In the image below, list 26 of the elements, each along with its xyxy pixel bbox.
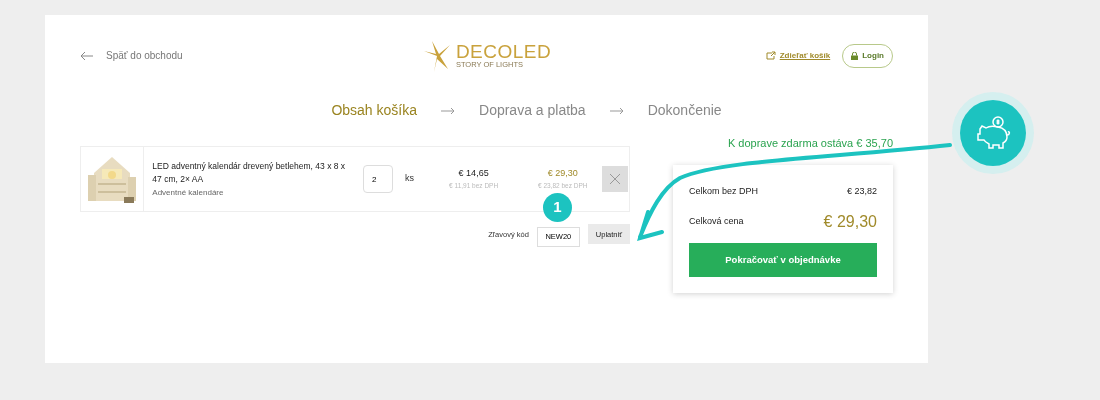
piggy-bank-icon <box>974 115 1012 151</box>
free-shipping-text: K doprave zdarma ostáva € 35,70 <box>726 136 893 151</box>
share-icon <box>765 51 776 60</box>
product-category: Adventné kalendáre <box>152 186 225 199</box>
net-total-label: Celkom bez DPH <box>689 184 759 198</box>
continue-order-button[interactable]: Pokračovať v objednávke <box>689 243 877 277</box>
checkout-step[interactable]: Obsah košíka <box>331 100 417 121</box>
quantity-unit: ks <box>405 172 415 186</box>
lock-icon <box>851 51 859 60</box>
total-value: € 29,30 <box>823 212 877 232</box>
checkout-step[interactable]: Doprava a platba <box>479 100 586 121</box>
quantity-field[interactable]: 2 <box>363 165 394 193</box>
close-icon <box>610 174 621 184</box>
share-cart-link[interactable]: Zdieľať košík <box>765 49 831 62</box>
back-link[interactable]: Späť do obchodu <box>80 48 300 63</box>
back-arrow-icon <box>80 50 94 61</box>
step-badge: 1 <box>542 193 572 222</box>
total-label: Celková cena <box>689 215 744 229</box>
remove-button[interactable] <box>602 166 629 192</box>
unit-price: € 14,65 <box>458 167 489 181</box>
step-arrow-icon <box>609 106 624 115</box>
net-total-value: € 23,82 <box>846 184 877 198</box>
total-price: € 29,30 <box>547 167 578 181</box>
checkout-step[interactable]: Dokončenie <box>647 100 722 121</box>
product-name[interactable]: LED adventný kalendár drevený betlehem, 43 x 8 x 47 cm, 2× AA <box>152 159 356 186</box>
step-arrow-icon <box>441 106 455 115</box>
